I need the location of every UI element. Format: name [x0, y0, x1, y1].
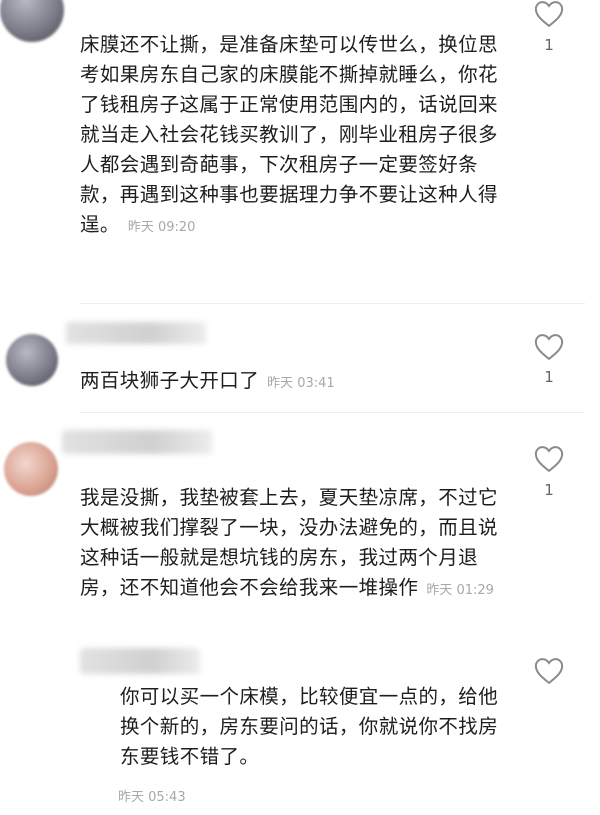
heart-outline-icon[interactable] — [534, 0, 564, 28]
avatar[interactable] — [0, 0, 64, 42]
comment-time: 昨天 01:29 — [426, 583, 494, 598]
comment-body: 我是没撕，我垫被套上去，夏天垫凉席，不过它大概被我们撑裂了一块，没办法避免的，而… — [80, 483, 510, 606]
comment-text: 床膜还不让撕，是准备床垫可以传世么，换位思考如果房东自己家的床膜能不撕掉就睡么，… — [80, 33, 498, 236]
reply-body: 你可以买一个床模，比较便宜一点的，给他换个新的，房东要问的话，你就说你不找房东要… — [120, 682, 500, 772]
comment-body: 床膜还不让撕，是准备床垫可以传世么，换位思考如果房东自己家的床膜能不撕掉就睡么，… — [80, 30, 510, 243]
avatar[interactable] — [4, 442, 58, 496]
username[interactable] — [62, 430, 212, 454]
heart-outline-icon[interactable] — [534, 333, 564, 361]
reply-time: 昨天 05:43 — [118, 790, 186, 805]
comment-time: 昨天 09:20 — [127, 220, 196, 235]
username[interactable] — [80, 648, 200, 674]
like-count: 1 — [544, 368, 554, 386]
heart-outline-icon[interactable] — [534, 657, 564, 685]
like-count: 1 — [544, 36, 554, 54]
divider — [80, 412, 585, 413]
divider — [80, 303, 585, 304]
avatar[interactable] — [6, 334, 58, 386]
comment-text: 两百块狮子大开口了 — [80, 369, 260, 392]
comment-body: 两百块狮子大开口了 昨天 03:41 — [80, 366, 510, 399]
like-count: 1 — [544, 481, 554, 499]
comment-time: 昨天 03:41 — [267, 376, 335, 391]
heart-outline-icon[interactable] — [534, 445, 564, 473]
username[interactable] — [66, 322, 206, 344]
reply-text: 你可以买一个床模，比较便宜一点的，给他换个新的，房东要问的话，你就说你不找房东要… — [120, 685, 499, 768]
